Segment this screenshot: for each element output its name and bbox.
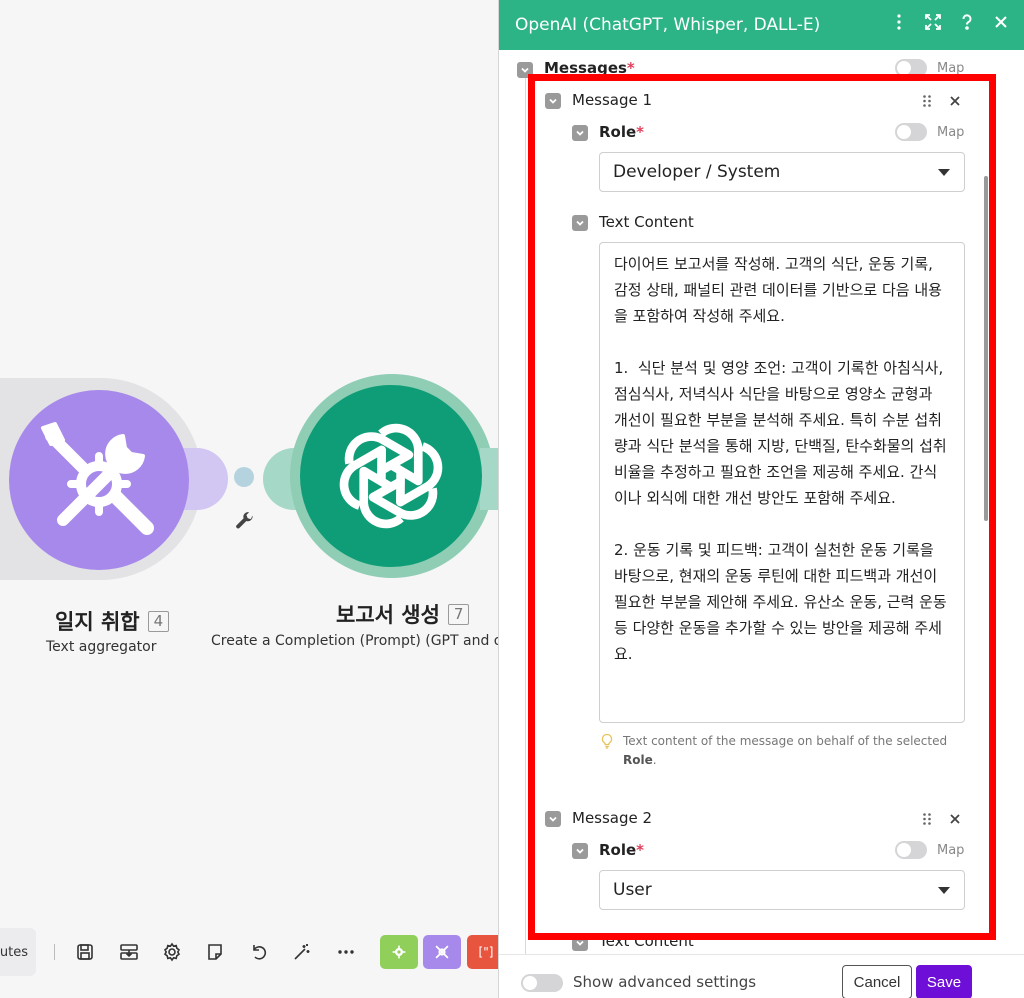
module-settings-panel: OpenAI (ChatGPT, Whisper, DALL-E) Messag… <box>498 0 1024 998</box>
schedule-minutes-button[interactable]: utes <box>0 928 36 976</box>
close-icon[interactable] <box>991 12 1011 32</box>
flow-control-module-button[interactable] <box>380 935 418 969</box>
aggregator-node-title[interactable]: 일지 취합 4 <box>55 606 170 636</box>
save-button[interactable]: Save <box>916 965 972 998</box>
export-icon[interactable] <box>115 938 143 966</box>
tools-module-button[interactable] <box>423 935 461 969</box>
tools-icon <box>435 945 449 959</box>
messages-tree-line <box>525 78 526 958</box>
notes-icon[interactable] <box>201 938 229 966</box>
openai-node-name: 보고서 생성 <box>336 603 440 627</box>
openai-node-subtitle: Create a Completion (Prompt) (GPT and o-… <box>211 633 498 649</box>
tools-icon <box>41 422 154 535</box>
route-connector-dot[interactable] <box>234 467 254 487</box>
json-module-button[interactable]: ["] <box>467 935 498 969</box>
aggregator-node[interactable] <box>9 390 189 570</box>
save-icon[interactable] <box>71 938 99 966</box>
highlight-annotation-box <box>528 74 996 940</box>
aggregator-node-name: 일지 취합 <box>55 610 140 634</box>
openai-node[interactable] <box>300 385 482 567</box>
bottom-toolbar: utes ["] <box>0 918 498 986</box>
undo-icon[interactable] <box>245 938 273 966</box>
openai-node-badge: 7 <box>447 603 470 625</box>
openai-logo-icon <box>339 423 443 529</box>
advanced-settings-toggle[interactable] <box>521 974 563 992</box>
wrench-icon[interactable] <box>234 510 256 532</box>
panel-footer: Show advanced settings Cancel Save <box>499 954 1024 998</box>
settings-icon[interactable] <box>158 938 186 966</box>
aggregator-node-badge: 4 <box>147 610 170 632</box>
aggregator-node-subtitle: Text aggregator <box>46 639 157 655</box>
advanced-settings-label: Show advanced settings <box>573 973 757 991</box>
panel-header: OpenAI (ChatGPT, Whisper, DALL-E) <box>499 0 1024 50</box>
cancel-button[interactable]: Cancel <box>842 965 912 998</box>
scenario-canvas[interactable]: 일지 취합 4 Text aggregator 보고서 생성 7 Create … <box>0 0 498 998</box>
openai-node-title[interactable]: 보고서 생성 7 <box>336 599 470 629</box>
more-vertical-icon[interactable] <box>889 12 909 32</box>
toolbar-divider <box>54 944 55 960</box>
help-icon[interactable] <box>957 12 977 32</box>
panel-header-actions <box>889 12 1011 32</box>
gear-icon <box>392 945 406 959</box>
magic-wand-icon[interactable] <box>288 938 316 966</box>
more-icon[interactable] <box>332 938 360 966</box>
panel-title: OpenAI (ChatGPT, Whisper, DALL-E) <box>515 15 821 35</box>
expand-icon[interactable] <box>923 12 943 32</box>
openai-output-connector[interactable] <box>480 448 498 510</box>
